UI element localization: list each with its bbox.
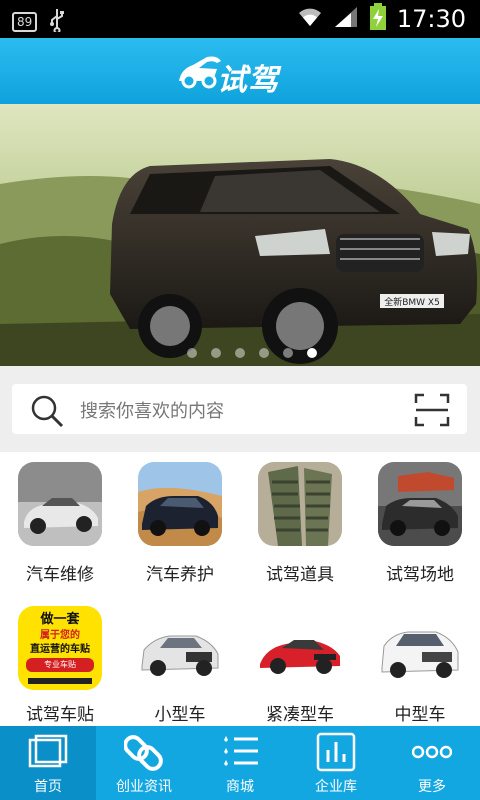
- bottom-navigation: 首页 创业资讯 商城 企业库 更多: [0, 726, 480, 800]
- category-label: 紧凑型车: [266, 705, 334, 725]
- search-icon[interactable]: [30, 394, 64, 432]
- category-car-care[interactable]: 汽车养护: [120, 452, 240, 592]
- search-input[interactable]: 搜索你喜欢的内容: [80, 397, 224, 423]
- scan-icon[interactable]: [414, 393, 450, 431]
- promo-banner[interactable]: 全新BMW X5: [0, 104, 480, 366]
- more-icon: [412, 745, 452, 759]
- nav-startup-news[interactable]: 创业资讯: [96, 726, 192, 800]
- nav-label: 首页: [34, 779, 62, 795]
- compact-car-thumb: [258, 606, 342, 690]
- nav-home[interactable]: 首页: [0, 726, 96, 800]
- wifi-icon: [297, 6, 323, 32]
- carousel-dot[interactable]: [259, 348, 269, 358]
- midsize-car-thumb: [378, 606, 462, 690]
- battery-charging-icon: [369, 3, 387, 35]
- usb-icon: [49, 8, 65, 36]
- nav-label: 企业库: [315, 779, 357, 795]
- category-label: 试驾道具: [266, 565, 334, 585]
- test-drive-venue-thumb: [378, 462, 462, 546]
- status-bar: 89 17:30: [0, 0, 480, 38]
- car-badge-text: 全新BMW X5: [384, 296, 440, 308]
- sticker-line3: 直运营的车贴: [30, 644, 90, 655]
- category-test-drive-venue[interactable]: 试驾场地: [360, 452, 480, 592]
- app-logo: 试驾: [177, 51, 303, 98]
- carousel-dot-active[interactable]: [307, 348, 317, 358]
- signal-icon: [333, 5, 359, 33]
- category-test-drive-stickers[interactable]: 做一套 属于您的 直运营的车贴 专业车贴 试驾车贴: [0, 594, 120, 726]
- car-repair-thumb: [18, 462, 102, 546]
- nav-enterprise-library[interactable]: 企业库: [288, 726, 384, 800]
- category-label: 汽车养护: [146, 565, 214, 585]
- category-car-repair[interactable]: 汽车维修: [0, 452, 120, 592]
- test-drive-props-thumb: [258, 462, 342, 546]
- carousel-dot[interactable]: [187, 348, 197, 358]
- category-grid: 汽车维修 汽车养护 试驾道具 试驾场地 做一套 属于您的 直运营的车贴 专业车贴…: [0, 452, 480, 726]
- category-label: 汽车维修: [26, 565, 94, 585]
- chart-icon: [316, 732, 356, 772]
- category-label: 小型车: [154, 705, 206, 725]
- nav-label: 创业资讯: [116, 779, 172, 795]
- nav-label: 更多: [418, 779, 446, 795]
- category-midsize-car[interactable]: 中型车: [360, 594, 480, 726]
- test-drive-stickers-thumb: 做一套 属于您的 直运营的车贴 专业车贴: [18, 606, 102, 690]
- carousel-dot[interactable]: [283, 348, 293, 358]
- app-title: 试驾: [217, 63, 279, 98]
- category-test-drive-props[interactable]: 试驾道具: [240, 452, 360, 592]
- search-section: 搜索你喜欢的内容: [0, 366, 480, 452]
- nav-mall[interactable]: 商城: [192, 726, 288, 800]
- sticker-line4: 专业车贴: [26, 658, 94, 672]
- small-car-thumb: [138, 606, 222, 690]
- category-label: 试驾车贴: [26, 705, 94, 725]
- clock: 17:30: [396, 5, 466, 33]
- category-label: 试驾场地: [386, 565, 454, 585]
- banner-car-photo: 全新BMW X5: [0, 104, 480, 366]
- category-label: 中型车: [394, 705, 446, 725]
- sticker-footer-bar: [28, 678, 92, 684]
- category-small-car[interactable]: 小型车: [120, 594, 240, 726]
- app-header: 试驾: [0, 38, 480, 104]
- link-icon: [124, 735, 163, 771]
- nav-more[interactable]: 更多: [384, 726, 480, 800]
- car-care-thumb: [138, 462, 222, 546]
- sticker-line1: 做一套: [40, 612, 80, 627]
- list-icon: [224, 736, 258, 766]
- home-icon: [28, 734, 68, 768]
- sticker-line2: 属于您的: [40, 630, 80, 641]
- category-compact-car[interactable]: 紧凑型车: [240, 594, 360, 726]
- carousel-dot[interactable]: [211, 348, 221, 358]
- search-bar[interactable]: 搜索你喜欢的内容: [12, 384, 467, 434]
- carousel-dot[interactable]: [235, 348, 245, 358]
- carousel-indicator[interactable]: [187, 348, 317, 358]
- nav-label: 商城: [226, 779, 254, 795]
- notification-count-badge: 89: [12, 12, 38, 32]
